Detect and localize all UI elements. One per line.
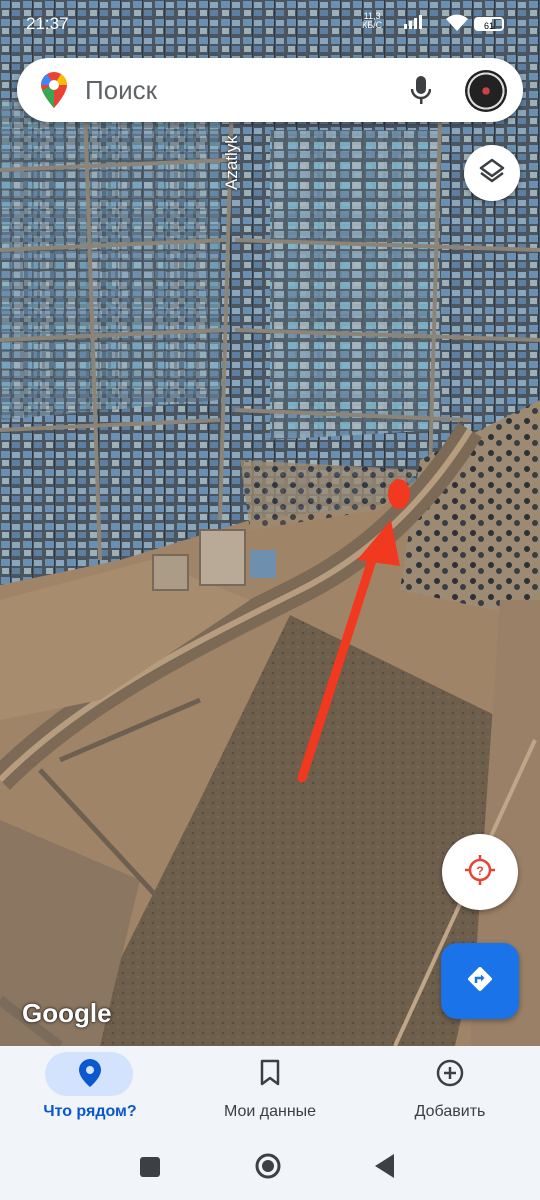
tab-contribute[interactable]: Добавить — [360, 1046, 540, 1136]
bottom-navigation: Что рядом? Мои данные Добавить — [0, 1046, 540, 1136]
layers-icon — [478, 157, 506, 190]
status-bar: 21:37 11,3 КБ/С 61 — [0, 0, 540, 40]
location-pin-icon — [0, 1059, 180, 1087]
tab-saved-label: Мои данные — [223, 1103, 317, 1120]
battery-indicator: 61 — [474, 17, 504, 31]
tab-explore-label: Что рядом? — [43, 1103, 137, 1120]
account-avatar[interactable] — [465, 70, 507, 112]
directions-button[interactable] — [441, 943, 519, 1019]
search-bar[interactable]: Поиск — [17, 58, 523, 122]
network-speed: 11,3 КБ/С — [362, 11, 383, 30]
back-button[interactable] — [374, 1153, 396, 1184]
signal-icon — [402, 14, 432, 35]
marker-dot — [388, 479, 410, 509]
tab-contribute-label: Добавить — [414, 1103, 486, 1120]
location-unknown-icon: ? — [463, 853, 497, 892]
recent-apps-button[interactable] — [139, 1156, 161, 1183]
wifi-icon — [445, 14, 469, 37]
search-input[interactable]: Поиск — [85, 75, 157, 106]
add-circle-icon — [360, 1059, 540, 1087]
layers-button[interactable] — [464, 145, 520, 201]
road-label: Azatlyk — [222, 135, 241, 190]
bookmark-icon — [180, 1059, 360, 1087]
google-logo: Google — [22, 998, 112, 1028]
google-maps-pin-icon — [40, 72, 68, 113]
svg-text:?: ? — [476, 864, 483, 878]
system-navigation-bar — [0, 1136, 540, 1200]
home-button[interactable] — [254, 1152, 282, 1185]
tab-explore[interactable]: Что рядом? — [0, 1046, 180, 1136]
clock: 21:37 — [26, 14, 69, 33]
my-location-button[interactable]: ? — [442, 834, 518, 910]
microphone-icon[interactable] — [410, 76, 432, 111]
tab-saved[interactable]: Мои данные — [180, 1046, 360, 1136]
directions-icon — [465, 964, 495, 999]
